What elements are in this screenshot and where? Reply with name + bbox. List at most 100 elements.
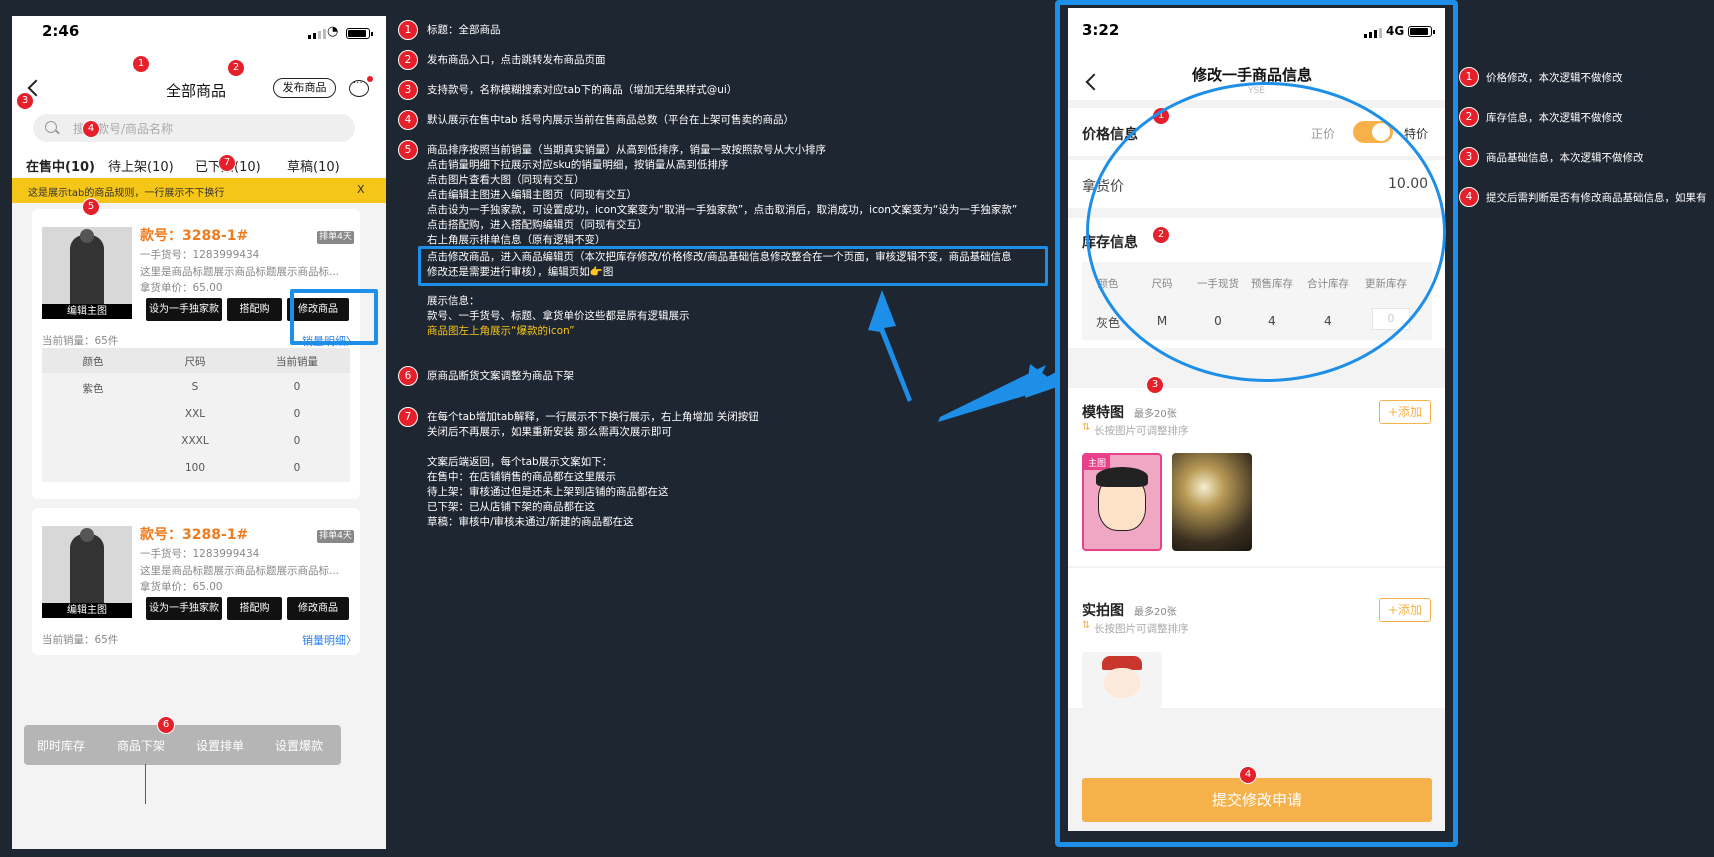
arrow-icon <box>868 290 1060 422</box>
note-text: 点击修改商品，进入商品编辑页（本次把库存修改/价格修改/商品基础信息修改整合在一… <box>427 251 1012 263</box>
edit-main-image-button[interactable]: 编辑主图 <box>42 304 132 319</box>
main-image-tag: 主图 <box>1084 455 1111 470</box>
tab-pending[interactable]: 待上架(10) <box>108 156 174 175</box>
back-icon[interactable] <box>1085 73 1103 91</box>
table-cell: 0 <box>293 462 301 474</box>
note-text: 点击销量明细下拉展示对应sku的销量明细，按销量从高到低排序 <box>427 159 729 171</box>
note-text: 提交后需判断是否有修改商品基础信息，如果有 <box>1486 192 1707 204</box>
section-title: 模特图 <box>1082 405 1124 421</box>
tip-close-button[interactable]: X <box>357 183 365 196</box>
tab-tip-bar: 这是展示tab的商品规则，一行展示不下换行 X <box>12 178 386 203</box>
table-cell: 0 <box>293 435 301 447</box>
model-limit: 最多20张 <box>1134 409 1177 420</box>
page-title: 全部商品 <box>166 82 227 100</box>
tab-tip-text: 这是展示tab的商品规则，一行展示不下换行 <box>28 188 225 199</box>
note-number: 7 <box>398 407 418 427</box>
note-text: 修改还是需要进行审核），编辑页如👉图 <box>427 266 614 278</box>
note-text: 点击设为一手独家款，可设置成功，icon文案变为“取消一手独家款”，点击取消后，… <box>427 204 1018 216</box>
unit-price: 拿货单价：65.00 <box>140 581 223 593</box>
status-bar: 2:46 ◔ <box>12 16 386 52</box>
model-image-section: 模特图 最多20张 ⇅ 长按图片可调整排序 +添加 主图 <box>1068 388 1445 566</box>
model-image[interactable] <box>1172 453 1252 551</box>
search-icon <box>45 121 57 133</box>
note-number: 2 <box>398 50 418 70</box>
take-down-button[interactable]: 商品下架 <box>117 737 165 754</box>
table-cell: XXL <box>184 408 206 420</box>
edit-product-button[interactable]: 修改商品 <box>287 597 349 620</box>
note-text: 点击图片查看大图（同现有交互） <box>427 174 585 186</box>
sort-icon: ⇅ <box>1082 422 1091 433</box>
network-label: 4G <box>1386 24 1405 38</box>
note-number: 4 <box>1459 187 1479 207</box>
annotation-badge: 4 <box>82 120 100 138</box>
set-hot-button[interactable]: 设置爆款 <box>275 737 323 754</box>
product-thumbnail[interactable]: 编辑主图 <box>42 227 132 319</box>
note-text: 在售中：在店铺销售的商品都在这里展示 <box>427 471 616 483</box>
note-text: 点击编辑主图进入编辑主图页（同现有交互） <box>427 189 637 201</box>
schedule-button[interactable]: 设置排单 <box>196 737 244 754</box>
battery-icon <box>346 28 373 39</box>
annotation-badge: 4 <box>1239 766 1257 784</box>
add-real-photo-button[interactable]: +添加 <box>1379 598 1431 622</box>
note-text: 文案后端返回，每个tab展示文案如下： <box>427 456 613 468</box>
tab-on-sale[interactable]: 在售中(10) <box>26 156 95 175</box>
note-text: 关闭后不再展示，如果重新安装 那么需再次展示即可 <box>427 426 672 438</box>
sku-number: 一手货号：1283999434 <box>140 249 260 261</box>
product-thumbnail[interactable]: 编辑主图 <box>42 526 132 618</box>
set-exclusive-button[interactable]: 设为一手独家款 <box>146 298 222 321</box>
status-bar: 3:22 4G <box>1068 8 1445 48</box>
note-text: 价格修改，本次逻辑不做修改 <box>1486 72 1623 84</box>
sort-icon: ⇅ <box>1082 620 1091 631</box>
product-title: 这里是商品标题展示商品标题展示商品标... <box>140 266 340 278</box>
section-title: 实拍图 <box>1082 603 1124 619</box>
real-hint: 长按图片可调整排序 <box>1094 623 1189 635</box>
note-text: 已下架：已从店铺下架的商品都在这 <box>427 501 595 513</box>
style-number: 款号：3288-1# <box>140 228 249 244</box>
set-exclusive-button[interactable]: 设为一手独家款 <box>146 597 222 620</box>
price-stock-highlight-circle <box>1086 82 1446 382</box>
note-text: 默认展示在售中tab 括号内展示当前在售商品总数（平台在上架可售卖的商品） <box>427 114 795 126</box>
model-figure <box>70 534 104 609</box>
product-card: 编辑主图 款号：3288-1# 排单4天 一手货号：1283999434 这里是… <box>32 508 360 655</box>
unit-price: 拿货单价：65.00 <box>140 282 223 294</box>
note-number: 2 <box>1459 107 1479 127</box>
cartoon-hair <box>1096 467 1148 487</box>
add-model-image-button[interactable]: +添加 <box>1379 400 1431 424</box>
real-photo[interactable] <box>1082 652 1162 708</box>
chibi-face <box>1104 668 1140 698</box>
note-text: 点击搭配购，进入搭配购编辑页（同现有交互） <box>427 219 648 231</box>
note-number: 5 <box>398 140 418 160</box>
schedule-tag: 排单4天 <box>317 231 354 244</box>
table-cell: 100 <box>184 462 206 474</box>
sku-number: 一手货号：1283999434 <box>140 548 260 560</box>
match-buy-button[interactable]: 搭配购 <box>227 597 282 620</box>
table-cell: XXXL <box>181 435 209 447</box>
note-text: 原商品断货文案调整为商品下架 <box>427 370 574 382</box>
table-header-cell: 颜色 <box>82 356 104 368</box>
table-cell: 0 <box>293 408 301 420</box>
status-time: 2:46 <box>42 22 80 40</box>
publish-product-button[interactable]: 发布商品 <box>273 78 336 98</box>
model-head <box>80 229 94 243</box>
real-limit: 最多20张 <box>1134 607 1177 618</box>
annotation-badge: 3 <box>1146 376 1164 394</box>
model-head <box>80 528 94 542</box>
tab-draft[interactable]: 草稿(10) <box>287 156 340 175</box>
product-list-screen: 2:46 ◔ 全部商品 发布商品 搜索款号/商品名称 在售中(10) 待上架(1… <box>12 16 386 849</box>
match-buy-button[interactable]: 搭配购 <box>227 298 282 321</box>
product-card: 编辑主图 款号：3288-1# 排单4天 一手货号：1283999434 这里是… <box>32 209 360 499</box>
edit-main-image-button[interactable]: 编辑主图 <box>42 603 132 618</box>
submit-edit-button[interactable]: 提交修改申请 <box>1082 778 1432 822</box>
model-image[interactable]: 主图 <box>1082 453 1162 551</box>
note-number: 3 <box>398 80 418 100</box>
edit-button-highlight <box>290 289 378 345</box>
model-hint: 长按图片可调整排序 <box>1094 425 1189 437</box>
instant-stock-button[interactable]: 即时库存 <box>37 737 85 754</box>
note-number: 1 <box>1459 67 1479 87</box>
note-text: 商品图左上角展示“爆款的icon” <box>427 325 575 337</box>
note-number: 3 <box>1459 147 1479 167</box>
table-cell: S <box>191 381 199 393</box>
message-icon[interactable] <box>349 78 369 97</box>
note-text: 款号、一手货号、标题、拿货单价这些都是原有逻辑展示 <box>427 310 690 322</box>
sales-detail-link[interactable]: 销量明细〉 <box>302 632 357 648</box>
